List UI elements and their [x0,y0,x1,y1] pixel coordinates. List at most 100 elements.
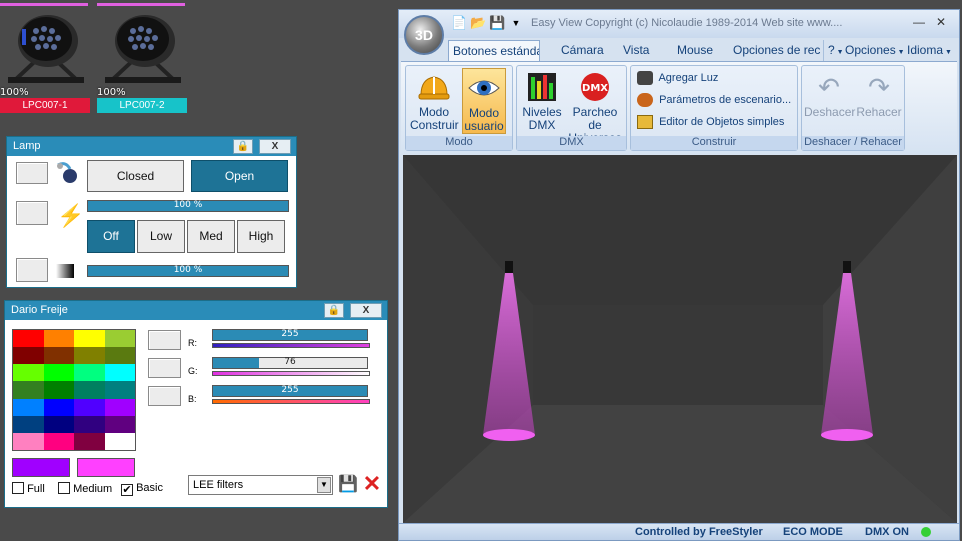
dmx-levels-icon [528,73,556,101]
close-window-button[interactable]: ✕ [936,15,946,29]
lamp-panel-title: Lamp [13,140,41,152]
modo-usuario-button[interactable]: Modo usuario [462,68,506,134]
lamp-panel: Lamp 🔒 X Closed Open ⚡ 100 % Off Low Med… [6,136,297,288]
palette-color-cell[interactable] [74,330,105,348]
palette-color-cell[interactable] [43,364,74,382]
palette-color-cell[interactable] [74,415,105,433]
fader-bar[interactable]: 100 % [87,265,289,277]
palette-color-cell[interactable] [13,415,44,433]
opciones-label: Opciones [845,43,896,57]
fixture-name-label: LPC007-2 [97,98,187,113]
blue-preset-button[interactable] [148,386,181,406]
lock-icon[interactable]: 🔒 [233,139,253,154]
tab-camara[interactable]: Cámara [557,40,608,61]
lock-icon[interactable]: 🔒 [324,303,344,318]
palette-color-cell[interactable] [104,330,135,348]
full-option[interactable]: Full [12,482,45,495]
color-panel-titlebar[interactable]: Dario Freije 🔒 X [5,301,387,320]
red-preset-button[interactable] [148,330,181,350]
open-folder-icon[interactable]: 📂 [470,15,486,31]
dimmer-preset-button[interactable] [16,258,48,282]
palette-color-cell[interactable] [13,330,44,348]
blue-bar[interactable]: 255 [212,385,368,397]
minimize-button[interactable]: — [913,15,925,29]
tab-mouse[interactable]: Mouse [673,40,717,61]
red-bar[interactable]: 255 [212,329,368,341]
palette-color-cell[interactable] [104,432,135,450]
shutter-closed-button[interactable]: Closed [87,160,184,192]
strobe-low-button[interactable]: Low [137,220,185,253]
window-titlebar[interactable]: 📄 📂 💾 ▼ Easy View Copyright (c) Nicolaud… [399,10,959,38]
medium-option[interactable]: Medium [58,482,112,495]
dimmer-bar[interactable]: 100 % [87,200,289,212]
filter-select[interactable]: LEE filters ▼ [188,475,333,495]
strobe-med-button[interactable]: Med [187,220,235,253]
chevron-down-icon[interactable]: ▼ [317,477,331,493]
lamp-panel-titlebar[interactable]: Lamp 🔒 X [7,137,296,156]
3d-viewport[interactable] [403,155,957,523]
close-button[interactable]: X [350,303,382,318]
deshacer-button[interactable]: ↶ Deshacer [804,68,855,134]
palette-color-cell[interactable] [43,381,74,399]
palette-color-cell[interactable] [43,415,74,433]
palette-color-cell[interactable] [104,398,135,416]
previous-color-swatch[interactable] [77,458,135,477]
chevron-down-icon[interactable]: ▼ [508,15,524,31]
fixture-lpc007-2[interactable]: 100% LPC007-2 [97,3,187,113]
basic-option[interactable]: ✔ Basic [121,482,163,496]
agregar-luz-button[interactable]: Agregar Luz [637,71,718,89]
green-preset-button[interactable] [148,358,181,378]
shutter-preset-button[interactable] [16,162,48,184]
palette-color-cell[interactable] [43,347,74,365]
palette-color-cell[interactable] [74,364,105,382]
palette-color-cell[interactable] [13,381,44,399]
niveles-dmx-button[interactable]: Niveles DMX [520,68,564,134]
color-palette [12,329,136,451]
editor-objetos-button[interactable]: Editor de Objetos simples [637,115,784,133]
parcheo-universos-button[interactable]: DMX Parcheo de Universos [566,68,624,145]
delete-icon[interactable]: ✕ [361,473,383,495]
palette-color-cell[interactable] [74,381,105,399]
new-file-icon[interactable]: 📄 [451,15,467,31]
undo-redo-group-label: Deshacer / Rehacer [802,136,904,150]
shutter-open-button[interactable]: Open [191,160,288,192]
save-icon[interactable]: 💾 [489,15,505,31]
rehacer-button[interactable]: ↷ Rehacer [856,68,902,134]
parametros-escenario-button[interactable]: Parámetros de escenario... [637,93,791,111]
tab-botones-estandar[interactable]: Botones estánda [448,40,540,61]
quick-access-toolbar: 📄 📂 💾 ▼ [451,15,524,31]
green-bar[interactable]: 76 [212,357,368,369]
palette-color-cell[interactable] [74,347,105,365]
current-color-swatch[interactable] [12,458,70,477]
palette-color-cell[interactable] [13,432,44,450]
close-button[interactable]: X [259,139,291,154]
fixture-lpc007-1[interactable]: 100% LPC007-1 [0,3,90,113]
opciones-menu[interactable]: Opciones ▼ [841,40,909,61]
palette-color-cell[interactable] [104,347,135,365]
object-editor-icon [637,115,653,129]
full-checkbox[interactable] [12,482,24,494]
strobe-off-button[interactable]: Off [87,220,135,253]
idioma-menu[interactable]: Idioma ▼ [903,40,956,61]
palette-color-cell[interactable] [43,398,74,416]
palette-color-cell[interactable] [104,415,135,433]
palette-color-cell[interactable] [43,330,74,348]
strobe-preset-button[interactable] [16,201,48,225]
medium-checkbox[interactable] [58,482,70,494]
strobe-high-button[interactable]: High [237,220,285,253]
palette-color-cell[interactable] [43,432,74,450]
save-icon[interactable]: 💾 [338,476,358,494]
palette-color-cell[interactable] [74,398,105,416]
palette-color-cell[interactable] [13,364,44,382]
palette-color-cell[interactable] [13,398,44,416]
modo-construir-button[interactable]: Modo Construir [410,68,459,134]
application-orb-button[interactable]: 3D [404,15,444,55]
blue-value: 255 [281,385,299,395]
palette-color-cell[interactable] [104,364,135,382]
palette-color-cell[interactable] [74,432,105,450]
tab-vista[interactable]: Vista [619,40,653,61]
palette-color-cell[interactable] [13,347,44,365]
basic-checkbox[interactable]: ✔ [121,484,133,496]
palette-color-cell[interactable] [104,381,135,399]
tab-opciones-recu[interactable]: Opciones de recu [729,40,821,61]
